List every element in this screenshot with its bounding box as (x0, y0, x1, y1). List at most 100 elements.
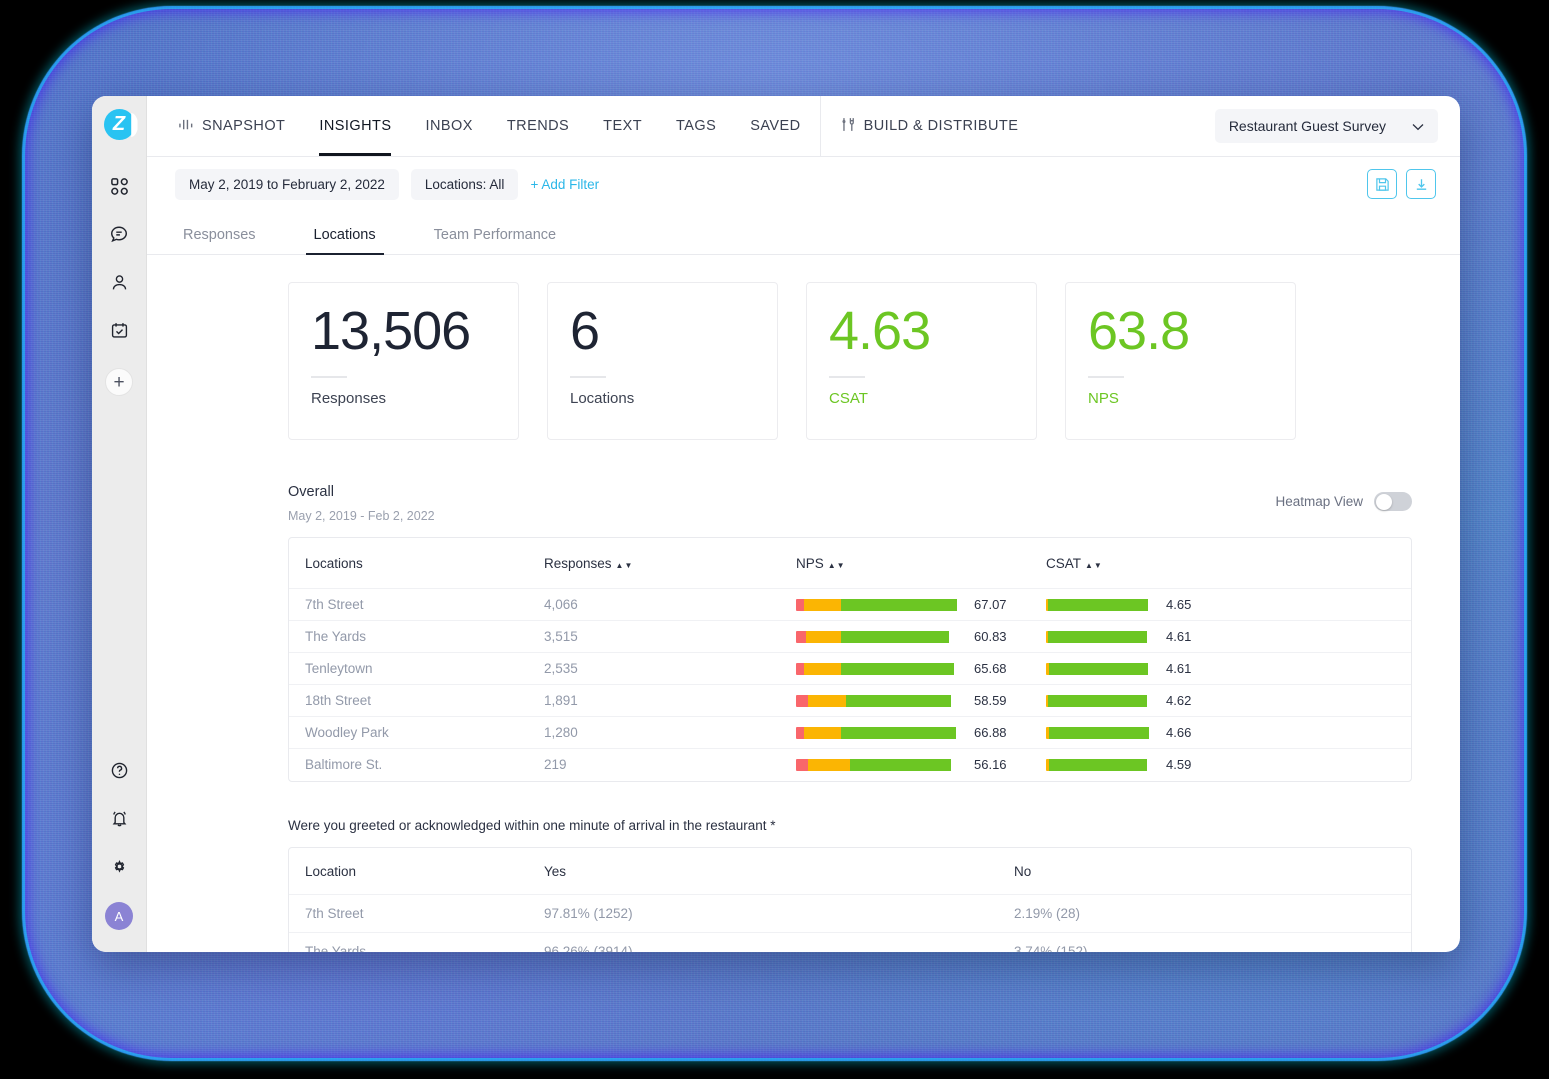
nav-divider (819, 96, 821, 156)
cell-location: 18th Street (289, 684, 544, 717)
content-scroll-area[interactable]: 13,506 Responses 6 Locations 4.63 CSAT 6… (147, 255, 1460, 952)
sort-arrows-icon[interactable]: ▲▼ (828, 561, 846, 570)
nav-tags-label: TAGS (676, 118, 717, 134)
csat-high-segment (1049, 758, 1148, 771)
nav-build-distribute[interactable]: BUILD & DISTRIBUTE (823, 96, 1036, 156)
kpi-label: CSAT (829, 389, 868, 407)
nav-trends[interactable]: TRENDS (490, 96, 586, 156)
nav-inbox[interactable]: INBOX (408, 96, 489, 156)
chevron-down-icon (1412, 118, 1424, 134)
tab-team-performance[interactable]: Team Performance (426, 227, 565, 254)
header-locations: Locations (289, 538, 544, 589)
table-row[interactable]: The Yards 96.26% (3914) 3.74% (152) (289, 931, 1411, 952)
chat-icon[interactable] (101, 216, 137, 252)
filter-bar-actions (1367, 169, 1436, 199)
sort-arrows-icon[interactable]: ▲▼ (616, 561, 634, 570)
question-title: Were you greeted or acknowledged within … (288, 817, 776, 833)
person-icon[interactable] (101, 264, 137, 300)
cell-yes: 96.26% (3914) (544, 931, 1014, 952)
header-responses-label: Responses (544, 556, 612, 571)
section-title: Overall (288, 484, 334, 500)
cell-yes: 97.81% (1252) (544, 893, 1014, 932)
cell-nps: 58.59 (796, 684, 1046, 717)
table-row[interactable]: The Yards 3,515 60.83 4.61 (289, 620, 1411, 653)
table-row[interactable]: 7th Street 97.81% (1252) 2.19% (28) (289, 893, 1411, 932)
header-nps[interactable]: NPS ▲▼ (796, 538, 1046, 589)
nps-value: 67.07 (974, 597, 1007, 612)
cell-nps: 67.07 (796, 588, 1046, 621)
table-row[interactable]: Baltimore St. 219 56.16 4.59 (289, 748, 1411, 781)
nps-bar-group: 67.07 (796, 597, 1046, 612)
nps-detractor-segment (796, 758, 808, 771)
heatmap-view-toggle[interactable] (1374, 492, 1412, 511)
nps-promoter-segment (841, 726, 956, 739)
header-yes-label: Yes (544, 863, 567, 879)
locations-filter[interactable]: Locations: All (410, 168, 519, 200)
nps-value: 58.59 (974, 693, 1007, 708)
download-icon[interactable] (1406, 169, 1436, 199)
sort-arrows-icon[interactable]: ▲▼ (1085, 561, 1103, 570)
kpi-rule (570, 375, 606, 378)
nps-detractor-segment (796, 726, 805, 739)
add-button[interactable]: + (105, 368, 133, 396)
toggle-knob (1375, 493, 1392, 510)
locations-filter-label: Locations: All (424, 176, 505, 192)
overall-title-block: Overall May 2, 2019 - Feb 2, 2022 (288, 484, 435, 523)
csat-bar-group: 4.61 (1046, 661, 1411, 676)
nps-passive-segment (806, 630, 842, 643)
calendar-check-icon[interactable] (101, 312, 137, 348)
cell-no: 3.74% (152) (1014, 931, 1411, 952)
app-logo[interactable]: Z (103, 109, 135, 140)
help-icon[interactable] (101, 752, 137, 788)
csat-value: 4.66 (1166, 725, 1192, 740)
nav-insights[interactable]: INSIGHTS (302, 96, 408, 156)
bar-chart-icon (178, 117, 195, 136)
save-icon[interactable] (1367, 169, 1397, 199)
nav-build-distribute-label: BUILD & DISTRIBUTE (863, 118, 1019, 134)
nav-saved-label: SAVED (750, 118, 801, 134)
nps-detractor-segment (796, 662, 805, 675)
nps-bar (796, 758, 964, 771)
locations-table-panel: Locations Responses ▲▼ NPS ▲▼ CSAT ▲▼ 7t… (288, 537, 1412, 782)
add-filter-button[interactable]: + Add Filter (530, 177, 599, 192)
header-responses[interactable]: Responses ▲▼ (544, 538, 796, 589)
nps-passive-segment (807, 758, 850, 771)
tools-icon (840, 116, 857, 137)
table-row[interactable]: 7th Street 4,066 67.07 4.65 (289, 588, 1411, 621)
nps-passive-segment (804, 662, 842, 675)
bell-icon[interactable] (101, 800, 137, 836)
date-range-filter[interactable]: May 2, 2019 to February 2, 2022 (175, 168, 399, 200)
tab-responses[interactable]: Responses (175, 227, 264, 254)
nav-text[interactable]: TEXT (586, 96, 659, 156)
cell-location: Woodley Park (289, 716, 544, 749)
overall-header: Overall May 2, 2019 - Feb 2, 2022 Heatma… (175, 484, 1432, 523)
sub-tabs: Responses Locations Team Performance (147, 211, 1460, 255)
nav-snapshot[interactable]: SNAPSHOT (161, 96, 302, 156)
table-header-row: Locations Responses ▲▼ NPS ▲▼ CSAT ▲▼ (289, 538, 1411, 589)
csat-bar-group: 4.59 (1046, 757, 1411, 772)
table-row[interactable]: Tenleytown 2,535 65.68 4.61 (289, 652, 1411, 685)
top-navigation: SNAPSHOT INSIGHTS INBOX TRENDS TEXT TAGS… (147, 96, 1460, 157)
avatar[interactable]: A (105, 902, 133, 930)
survey-selector[interactable]: Restaurant Guest Survey (1214, 109, 1438, 143)
survey-name: Restaurant Guest Survey (1228, 118, 1386, 134)
csat-value: 4.65 (1166, 597, 1192, 612)
header-csat[interactable]: CSAT ▲▼ (1046, 538, 1411, 589)
nps-passive-segment (804, 726, 842, 739)
csat-bar (1046, 758, 1156, 771)
table-row[interactable]: 18th Street 1,891 58.59 4.62 (289, 684, 1411, 717)
csat-high-segment (1048, 694, 1148, 707)
nps-bar-group: 56.16 (796, 757, 1046, 772)
table-row[interactable]: Woodley Park 1,280 66.88 4.66 (289, 716, 1411, 749)
kpi-card-locations: 6 Locations (547, 282, 778, 440)
nps-bar (796, 662, 964, 675)
csat-bar (1046, 598, 1156, 611)
nav-trends-label: TRENDS (506, 118, 570, 134)
grid-icon[interactable] (101, 168, 137, 204)
left-rail: Z + A (92, 96, 147, 952)
gear-icon[interactable] (101, 848, 137, 884)
nps-promoter-segment (841, 630, 949, 643)
nav-saved[interactable]: SAVED (733, 96, 817, 156)
nav-tags[interactable]: TAGS (659, 96, 733, 156)
tab-locations[interactable]: Locations (305, 227, 384, 255)
